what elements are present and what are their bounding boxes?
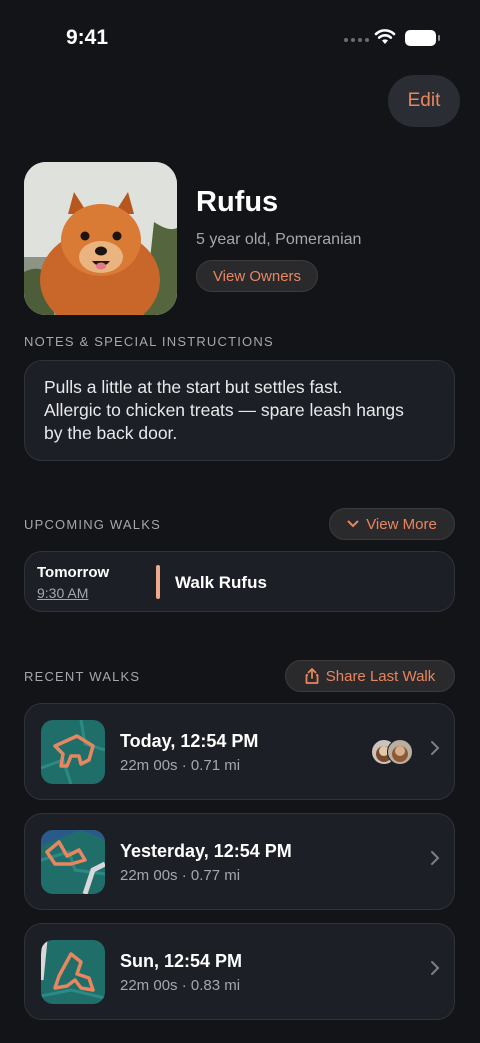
edit-button[interactable]: Edit bbox=[388, 75, 460, 127]
upcoming-walk-card[interactable]: Tomorrow 9:30 AM Walk Rufus bbox=[24, 551, 455, 612]
notes-text-line: by the back door. bbox=[44, 423, 178, 443]
walk-map-thumbnail bbox=[41, 940, 105, 1004]
walker-avatars bbox=[371, 739, 413, 765]
recent-walk-card[interactable]: Sun, 12:54 PM 22m 00s · 0.83 mi bbox=[24, 923, 455, 1020]
upcoming-section-label: UPCOMING WALKS bbox=[24, 517, 161, 532]
recent-walk-card[interactable]: Yesterday, 12:54 PM 22m 00s · 0.77 mi bbox=[24, 813, 455, 910]
walk-meta: 22m 00s · 0.83 mi bbox=[120, 977, 241, 994]
chevron-right-icon bbox=[431, 851, 440, 865]
chevron-right-icon bbox=[431, 741, 440, 755]
notes-text-line: Allergic to chicken treats — spare leash… bbox=[44, 400, 404, 420]
view-more-button[interactable]: View More bbox=[329, 508, 455, 540]
walk-map-thumbnail bbox=[41, 830, 105, 894]
dog-photo bbox=[24, 162, 177, 315]
share-last-walk-button[interactable]: Share Last Walk bbox=[285, 660, 455, 692]
walk-meta: 22m 00s · 0.71 mi bbox=[120, 757, 241, 774]
upcoming-walk-time[interactable]: 9:30 AM bbox=[37, 585, 88, 601]
walk-title: Today, 12:54 PM bbox=[120, 731, 259, 751]
signal-icon bbox=[344, 38, 369, 42]
chevron-down-icon bbox=[347, 520, 359, 528]
recent-section-label: RECENT WALKS bbox=[24, 669, 141, 684]
wifi-icon bbox=[374, 29, 396, 44]
avatar bbox=[387, 739, 413, 765]
upcoming-walk-day: Tomorrow bbox=[37, 564, 110, 581]
notes-text-line: Pulls a little at the start but settles … bbox=[44, 377, 343, 397]
chevron-right-icon bbox=[431, 961, 440, 975]
share-last-walk-label: Share Last Walk bbox=[325, 667, 436, 685]
recent-walk-card[interactable]: Today, 12:54 PM 22m 00s · 0.71 mi bbox=[24, 703, 455, 800]
dog-name: Rufus bbox=[196, 186, 279, 218]
status-time: 9:41 bbox=[66, 26, 109, 49]
walk-title: Sun, 12:54 PM bbox=[120, 951, 243, 971]
walk-meta: 22m 00s · 0.77 mi bbox=[120, 867, 241, 884]
upcoming-walk-divider bbox=[156, 565, 160, 599]
upcoming-walk-title: Walk Rufus bbox=[175, 573, 267, 592]
view-owners-button[interactable]: View Owners bbox=[196, 260, 318, 292]
notes-section-label: NOTES & SPECIAL INSTRUCTIONS bbox=[24, 334, 274, 349]
dog-description: 5 year old, Pomeranian bbox=[196, 231, 362, 248]
notes-card: Pulls a little at the start but settles … bbox=[24, 360, 455, 461]
battery-icon bbox=[405, 30, 440, 46]
status-bar: 9:41 bbox=[0, 0, 480, 80]
share-icon bbox=[305, 668, 319, 684]
view-more-label: View More bbox=[366, 515, 437, 533]
walk-title: Yesterday, 12:54 PM bbox=[120, 841, 292, 861]
walk-map-thumbnail bbox=[41, 720, 105, 784]
